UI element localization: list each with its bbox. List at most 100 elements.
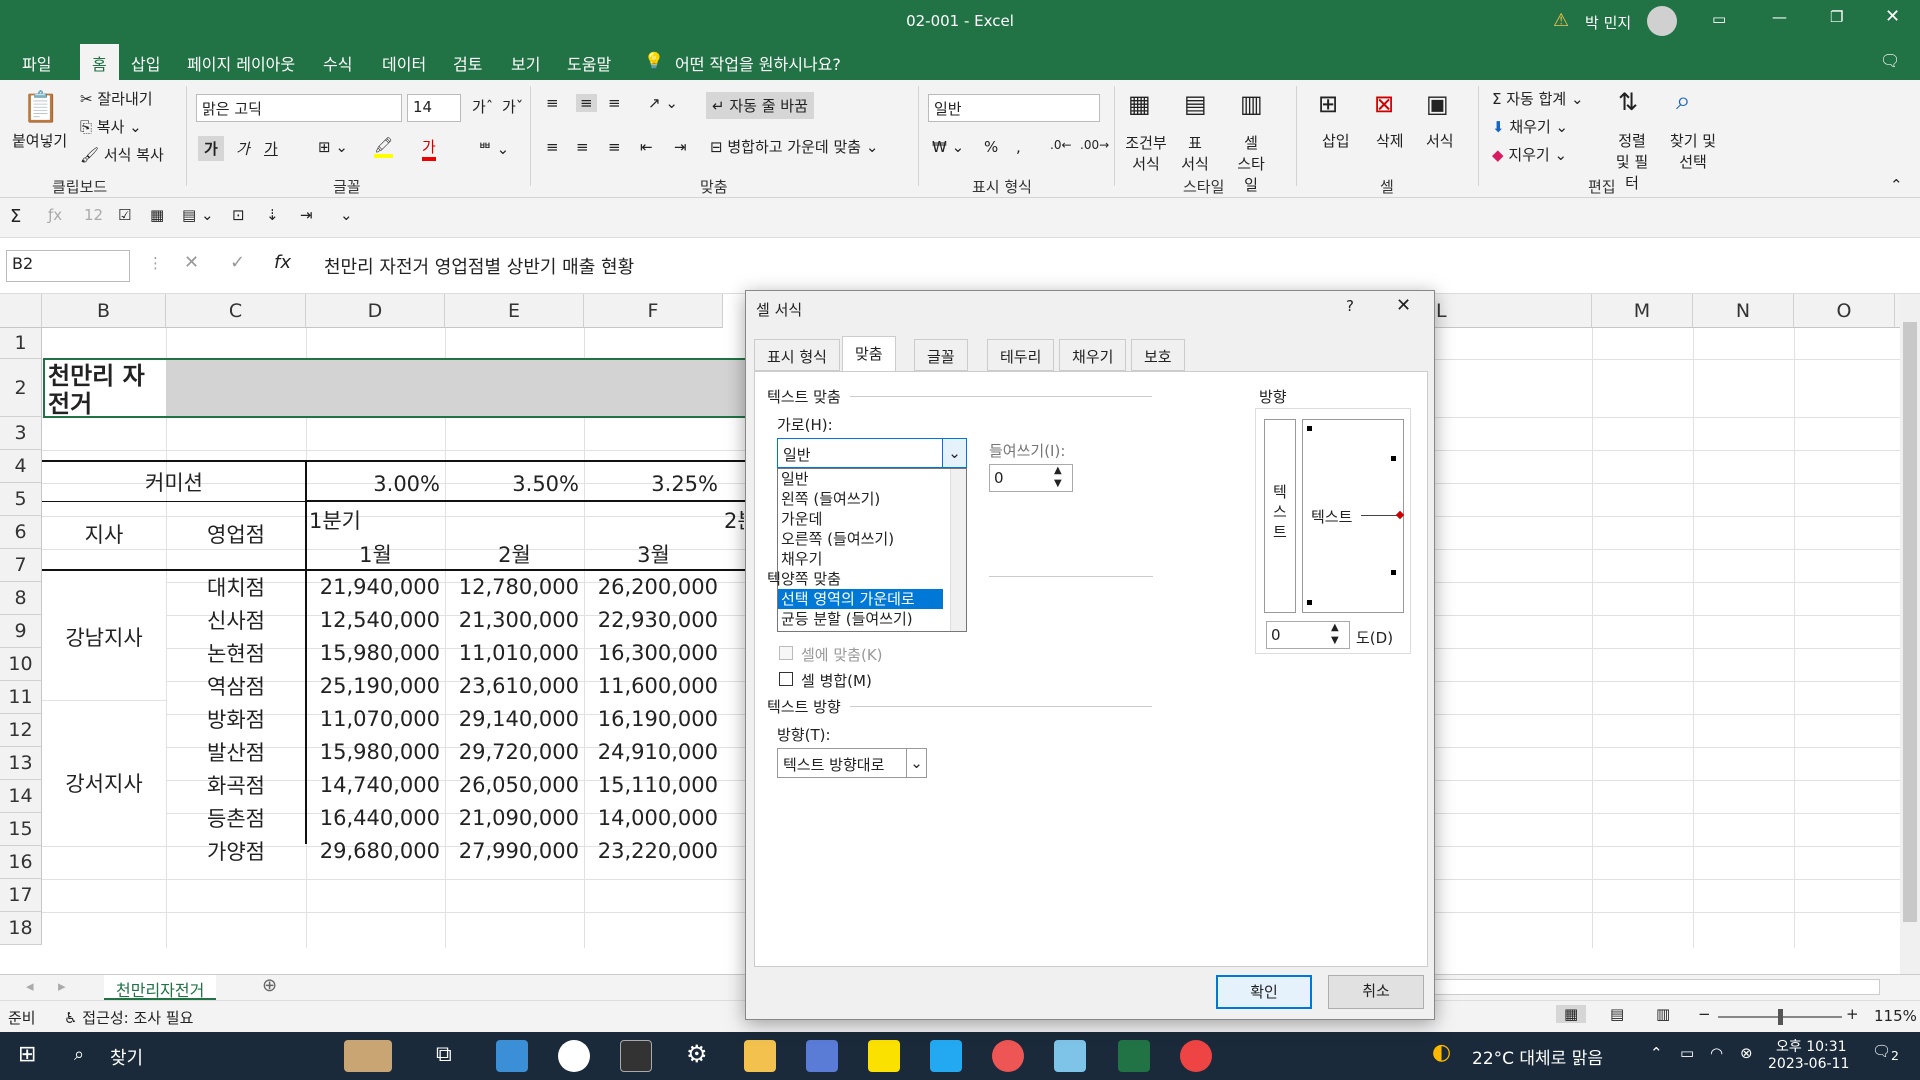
branch-cell[interactable]: 강서지사 [42, 768, 166, 798]
tab-fill[interactable]: 채우기 [1059, 339, 1127, 371]
list-item[interactable]: 균등 분할 (들여쓰기) [778, 609, 943, 629]
store-header[interactable]: 영업점 [166, 519, 306, 549]
merge-center-button[interactable]: ⊟ 병합하고 가운데 맞춤 ⌄ [710, 136, 878, 157]
sales-cell[interactable]: 26,200,000 [584, 575, 723, 599]
bold-button[interactable]: 가 [198, 136, 224, 161]
tab-page-layout[interactable]: 페이지 레이아웃 [187, 51, 295, 75]
sheet-title[interactable]: 천만리 자전거 [48, 362, 163, 416]
list-item[interactable]: 양쪽 맞춤 [778, 569, 943, 589]
month-header[interactable]: 2월 [445, 539, 584, 569]
sales-cell[interactable]: 12,540,000 [306, 608, 445, 632]
sales-cell[interactable]: 16,440,000 [306, 806, 445, 830]
font-color-button[interactable]: 가 [422, 136, 436, 161]
store-cell[interactable]: 대치점 [166, 572, 306, 602]
close-icon[interactable]: ✕ [1396, 295, 1411, 316]
autosum-button[interactable]: Σ 자동 합계 ⌄ [1492, 88, 1584, 109]
clock-time[interactable]: 오후 10:31 [1776, 1036, 1847, 1056]
zoom-in-icon[interactable]: + [1846, 1005, 1859, 1023]
orientation-handle[interactable] [1395, 510, 1405, 520]
cancel-button[interactable]: 취소 [1328, 975, 1424, 1009]
sales-cell[interactable]: 12,780,000 [445, 575, 584, 599]
row-header[interactable]: 2 [0, 359, 42, 417]
row-header[interactable]: 10 [0, 648, 42, 681]
tab-review[interactable]: 검토 [453, 51, 482, 75]
align-bottom-icon[interactable]: ≡ [608, 94, 621, 112]
row-header[interactable]: 11 [0, 681, 42, 714]
sales-cell[interactable]: 29,720,000 [445, 740, 584, 764]
sales-cell[interactable]: 15,980,000 [306, 641, 445, 665]
next-sheet-icon[interactable]: ▸ [58, 977, 66, 995]
kakaotalk-icon[interactable] [868, 1040, 900, 1072]
tab-alignment[interactable]: 맞춤 [842, 336, 896, 372]
settings-icon[interactable]: ⚙ [686, 1040, 708, 1068]
sales-cell[interactable]: 14,000,000 [584, 806, 723, 830]
row-header[interactable]: 12 [0, 714, 42, 747]
increase-indent-icon[interactable]: ⇥ [674, 138, 687, 156]
cell-styles-button[interactable]: 셀 스타일 [1236, 132, 1266, 195]
number-format-box[interactable]: 일반 [928, 94, 1100, 122]
month-header[interactable]: 1월 [306, 539, 445, 569]
shrink-font-button[interactable]: 가ˇ [502, 96, 523, 117]
increase-decimal-icon[interactable]: .0← [1050, 138, 1072, 152]
fill-color-icon[interactable]: 🖍 [374, 136, 394, 158]
align-middle-icon[interactable]: ≡ [576, 94, 597, 112]
col-header[interactable]: F [584, 294, 723, 328]
spin-up-icon[interactable]: ▲ [1331, 622, 1339, 633]
align-center-icon[interactable]: ≡ [576, 138, 589, 156]
vertical-text-button[interactable]: 텍 스 트 [1264, 419, 1296, 613]
horizontal-dropdown-list[interactable]: 일반 왼쪽 (들여쓰기) 가운데 오른쪽 (들여쓰기) 채우기 양쪽 맞춤 선택… [777, 468, 967, 632]
list-item[interactable]: 오른쪽 (들여쓰기) [778, 529, 943, 549]
sort-icon[interactable]: ⇣ [266, 206, 279, 224]
col-header[interactable]: L [1434, 294, 1592, 328]
tab-border[interactable]: 테두리 [987, 339, 1055, 371]
conditional-format-icon[interactable]: ▦ [1128, 90, 1151, 118]
sales-cell[interactable]: 14,740,000 [306, 773, 445, 797]
tab-help[interactable]: 도움말 [567, 51, 611, 75]
find-select-button[interactable]: 찾기 및 선택 [1668, 130, 1718, 172]
spin-down-icon[interactable]: ▼ [1054, 478, 1062, 489]
chevron-down-icon[interactable]: ⌄ [906, 749, 926, 777]
cell-styles-icon[interactable]: ▥ [1240, 90, 1263, 118]
sheet-tab[interactable]: 천만리자전거 [104, 975, 217, 1001]
sales-cell[interactable]: 22,930,000 [584, 608, 723, 632]
tray-chevron-icon[interactable]: ⌃ [1650, 1044, 1663, 1062]
zoom-level[interactable]: 115% [1874, 1007, 1917, 1025]
vscode-icon[interactable] [930, 1040, 962, 1072]
prev-sheet-icon[interactable]: ◂ [26, 977, 34, 995]
close-button[interactable]: ✕ [1885, 6, 1900, 27]
list-scrollbar[interactable] [950, 469, 966, 631]
comments-icon[interactable]: 🗨 [1880, 51, 1900, 70]
app-icon[interactable] [1054, 1040, 1086, 1072]
commission-label[interactable]: 커미션 [42, 467, 306, 497]
task-view-icon[interactable]: ⧉ [436, 1042, 452, 1067]
tab-view[interactable]: 보기 [511, 51, 540, 75]
tab-protection[interactable]: 보호 [1131, 339, 1185, 371]
delete-cells-icon[interactable]: ⊠ [1374, 90, 1394, 118]
insert-cells-icon[interactable]: ⊞ [1318, 90, 1338, 118]
store-cell[interactable]: 등촌점 [166, 803, 306, 833]
paste-button[interactable]: 붙여넣기 [12, 130, 67, 151]
filter-icon[interactable]: ⇥ [300, 206, 313, 224]
maximize-button[interactable]: ❐ [1830, 8, 1843, 26]
shrink-checkbox[interactable] [779, 646, 793, 660]
tab-formulas[interactable]: 수식 [323, 51, 352, 75]
col-header[interactable]: M [1592, 294, 1693, 328]
search-icon[interactable]: ⌕ [74, 1044, 84, 1065]
accessibility-status[interactable]: ♿ 접근성: 조사 필요 [64, 1007, 193, 1028]
decrease-decimal-icon[interactable]: .00→ [1080, 138, 1109, 152]
sales-cell[interactable]: 16,190,000 [584, 707, 723, 731]
table-format-icon[interactable]: ▤ [1184, 90, 1207, 118]
zoom-thumb[interactable] [1778, 1009, 1783, 1025]
commission-value[interactable]: 3.50% [445, 472, 584, 496]
commission-value[interactable]: 3.25% [584, 472, 723, 496]
align-top-icon[interactable]: ≡ [546, 94, 559, 112]
insert-function-icon[interactable]: fx [274, 252, 291, 273]
calculator-icon[interactable] [806, 1040, 838, 1072]
tab-home[interactable]: 홈 [80, 44, 119, 80]
col-header[interactable]: O [1794, 294, 1895, 328]
sort-filter-icon[interactable]: ⇅ [1618, 88, 1638, 116]
degrees-input[interactable]: 0 ▲ ▼ [1266, 621, 1350, 649]
chrome-icon[interactable] [1180, 1040, 1212, 1072]
notification-icon[interactable]: 🗨2 [1872, 1042, 1899, 1063]
list-item-selected[interactable]: 선택 영역의 가운데로 [778, 589, 943, 609]
